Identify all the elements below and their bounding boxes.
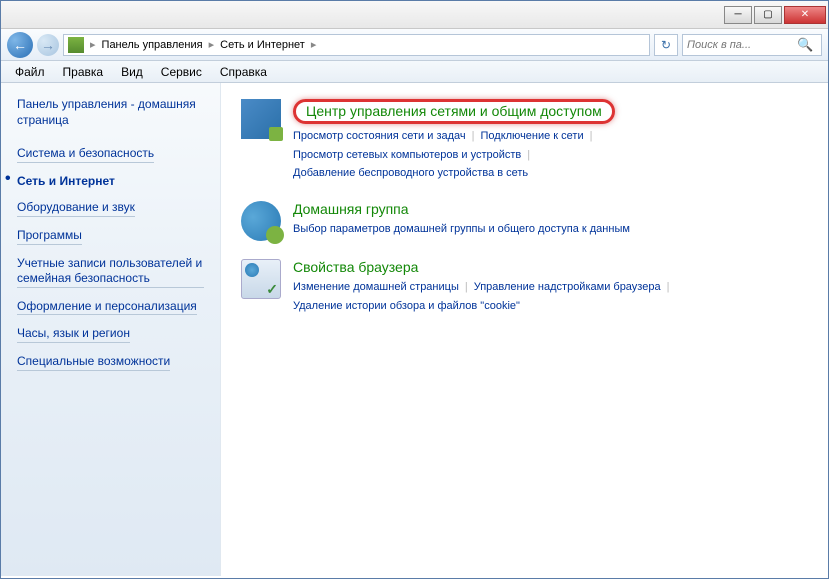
titlebar: ─ ▢ ✕ xyxy=(1,1,828,29)
sidebar-item-programs[interactable]: Программы xyxy=(11,224,210,249)
homegroup-icon xyxy=(241,201,281,241)
sidebar-item-accessibility[interactable]: Специальные возможности xyxy=(11,350,210,375)
chevron-right-icon: ▸ xyxy=(88,38,98,51)
category-title-link[interactable]: Свойства браузера xyxy=(293,259,418,275)
sidebar: Панель управления - домашняя страница Си… xyxy=(1,83,221,576)
sublink[interactable]: Просмотр сетевых компьютеров и устройств xyxy=(293,149,521,161)
separator: | xyxy=(466,130,481,142)
menu-edit[interactable]: Правка xyxy=(55,63,112,81)
menu-tools[interactable]: Сервис xyxy=(153,63,210,81)
category-title-link[interactable]: Домашняя группа xyxy=(293,201,409,217)
sidebar-item-appearance[interactable]: Оформление и персонализация xyxy=(11,295,210,320)
chevron-right-icon: ▸ xyxy=(309,38,319,51)
control-panel-window: ─ ▢ ✕ ← → ▸ Панель управления ▸ Сеть и И… xyxy=(0,0,829,579)
network-sharing-icon xyxy=(241,99,281,139)
sublink[interactable]: Изменение домашней страницы xyxy=(293,281,459,293)
browser-properties-icon xyxy=(241,259,281,299)
search-icon: 🔍 xyxy=(797,37,813,53)
maximize-button[interactable]: ▢ xyxy=(754,6,782,24)
category-homegroup: Домашняя группа Выбор параметров домашне… xyxy=(241,201,808,241)
separator: | xyxy=(661,281,676,293)
search-box[interactable]: 🔍 xyxy=(682,34,822,56)
menu-help[interactable]: Справка xyxy=(212,63,275,81)
sidebar-home-link[interactable]: Панель управления - домашняя страница xyxy=(11,97,210,128)
sidebar-item-system[interactable]: Система и безопасность xyxy=(11,142,210,167)
menu-file[interactable]: Файл xyxy=(7,63,53,81)
category-sublinks: Изменение домашней страницы|Управление н… xyxy=(293,278,808,315)
category-title-link[interactable]: Центр управления сетями и общим доступом xyxy=(293,99,615,124)
sidebar-item-hardware[interactable]: Оборудование и звук xyxy=(11,196,210,221)
forward-button[interactable]: → xyxy=(37,34,59,56)
chevron-right-icon: ▸ xyxy=(207,38,217,51)
sidebar-item-users[interactable]: Учетные записи пользователей и семейная … xyxy=(11,252,210,292)
main-panel: Центр управления сетями и общим доступом… xyxy=(221,83,828,576)
sidebar-item-network[interactable]: Сеть и Интернет xyxy=(11,170,210,194)
menu-view[interactable]: Вид xyxy=(113,63,151,81)
sublink[interactable]: Управление надстройками браузера xyxy=(474,281,661,293)
control-panel-icon xyxy=(68,37,84,53)
category-sublinks: Выбор параметров домашней группы и общег… xyxy=(293,220,808,239)
back-button[interactable]: ← xyxy=(7,32,33,58)
sublink[interactable]: Выбор параметров домашней группы и общег… xyxy=(293,223,630,235)
content-area: Панель управления - домашняя страница Си… xyxy=(1,83,828,576)
breadcrumb-segment[interactable]: Панель управления xyxy=(98,39,207,51)
sublink[interactable]: Подключение к сети xyxy=(481,130,584,142)
sublink[interactable]: Добавление беспроводного устройства в се… xyxy=(293,167,528,179)
breadcrumb-segment[interactable]: Сеть и Интернет xyxy=(216,39,309,51)
separator: | xyxy=(584,130,599,142)
navigation-bar: ← → ▸ Панель управления ▸ Сеть и Интерне… xyxy=(1,29,828,61)
category-sublinks: Просмотр состояния сети и задач|Подключе… xyxy=(293,127,808,183)
refresh-button[interactable]: ↻ xyxy=(654,34,678,56)
search-input[interactable] xyxy=(687,39,797,51)
breadcrumb[interactable]: ▸ Панель управления ▸ Сеть и Интернет ▸ xyxy=(63,34,650,56)
sublink[interactable]: Удаление истории обзора и файлов "cookie… xyxy=(293,300,520,312)
sidebar-item-clock[interactable]: Часы, язык и регион xyxy=(11,322,210,347)
separator: | xyxy=(459,281,474,293)
close-button[interactable]: ✕ xyxy=(784,6,826,24)
minimize-button[interactable]: ─ xyxy=(724,6,752,24)
separator: | xyxy=(521,149,536,161)
menubar: Файл Правка Вид Сервис Справка xyxy=(1,61,828,83)
sublink[interactable]: Просмотр состояния сети и задач xyxy=(293,130,466,142)
category-network-sharing: Центр управления сетями и общим доступом… xyxy=(241,99,808,183)
category-internet-options: Свойства браузера Изменение домашней стр… xyxy=(241,259,808,315)
